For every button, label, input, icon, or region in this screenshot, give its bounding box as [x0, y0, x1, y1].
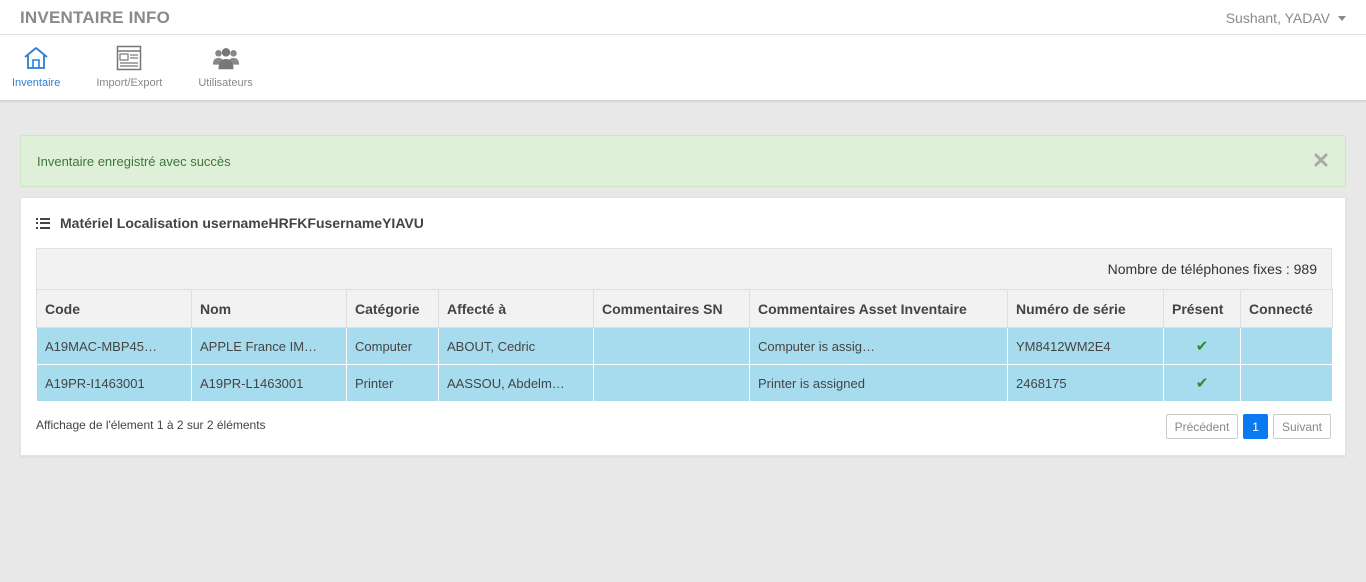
success-alert: Inventaire enregistré avec succès: [20, 135, 1346, 187]
nav-item-label: Import/Export: [96, 77, 163, 89]
top-bar: INVENTAIRE INFO Sushant, YADAV: [0, 0, 1366, 35]
pagination-info: Affichage de l'élement 1 à 2 sur 2 éléme…: [36, 418, 266, 432]
cell-nom: A19PR-L1463001: [191, 364, 347, 402]
nav-item-import-export[interactable]: Import/Export: [96, 35, 162, 100]
nav-item-inventaire[interactable]: Inventaire: [12, 35, 60, 100]
import-export-icon: [114, 44, 144, 72]
cell-code: A19PR-I1463001: [36, 364, 192, 402]
pagination: Précédent 1 Suivant: [1165, 414, 1331, 439]
cell-connecte: [1240, 327, 1333, 365]
users-icon: [211, 44, 241, 72]
cell-present: ✔: [1163, 327, 1241, 365]
cell-categorie: Computer: [346, 327, 439, 365]
phone-count: Nombre de téléphones fixes : 989: [1107, 261, 1317, 277]
cell-categorie: Printer: [346, 364, 439, 402]
next-button[interactable]: Suivant: [1272, 414, 1331, 439]
cell-present: ✔: [1163, 364, 1241, 402]
table-header-row: Code Nom Catégorie Affecté à Commentaire…: [36, 289, 1333, 328]
check-icon: ✔: [1195, 375, 1209, 392]
panel-heading: Matériel Localisation usernameHRFKFusern…: [36, 215, 424, 231]
cell-code: A19MAC-MBP45…: [36, 327, 192, 365]
caret-down-icon: [1338, 15, 1346, 21]
list-icon: [36, 217, 50, 229]
user-menu[interactable]: Sushant, YADAV: [1226, 10, 1346, 26]
cell-commentaires-sn: [593, 364, 750, 402]
check-icon: ✔: [1195, 338, 1209, 355]
cell-commentaires-sn: [593, 327, 750, 365]
table-row[interactable]: A19MAC-MBP45… APPLE France IM… Computer …: [36, 327, 1333, 365]
cell-numero-serie: YM8412WM2E4: [1007, 327, 1164, 365]
column-header-commentaires-sn[interactable]: Commentaires SN: [593, 289, 750, 328]
column-header-numero-serie[interactable]: Numéro de série: [1007, 289, 1164, 328]
cell-affecte: AASSOU, Abdelm…: [438, 364, 594, 402]
column-header-connecte[interactable]: Connecté: [1240, 289, 1333, 328]
cell-nom: APPLE France IM…: [191, 327, 347, 365]
cell-commentaires-asset: Printer is assigned: [749, 364, 1008, 402]
column-header-present[interactable]: Présent: [1163, 289, 1241, 328]
column-header-code[interactable]: Code: [36, 289, 192, 328]
column-header-affecte[interactable]: Affecté à: [438, 289, 594, 328]
main-nav: Inventaire Import/Export Utilisateurs: [0, 35, 1366, 101]
nav-item-label: Inventaire: [12, 77, 61, 89]
close-icon[interactable]: [1313, 152, 1329, 168]
column-header-categorie[interactable]: Catégorie: [346, 289, 439, 328]
count-bar: Nombre de téléphones fixes : 989: [36, 248, 1332, 290]
cell-affecte: ABOUT, Cedric: [438, 327, 594, 365]
table-row[interactable]: A19PR-I1463001 A19PR-L1463001 Printer AA…: [36, 364, 1333, 402]
user-name: Sushant, YADAV: [1225, 10, 1330, 26]
cell-numero-serie: 2468175: [1007, 364, 1164, 402]
alert-message: Inventaire enregistré avec succès: [37, 154, 231, 169]
column-header-commentaires-asset[interactable]: Commentaires Asset Inventaire: [749, 289, 1008, 328]
nav-item-utilisateurs[interactable]: Utilisateurs: [198, 35, 253, 100]
inventory-table: Code Nom Catégorie Affecté à Commentaire…: [36, 289, 1333, 402]
home-icon: [21, 44, 51, 72]
panel-title: Matériel Localisation usernameHRFKFusern…: [60, 215, 424, 231]
cell-commentaires-asset: Computer is assig…: [749, 327, 1008, 365]
app-title: INVENTAIRE INFO: [20, 8, 171, 27]
previous-button[interactable]: Précédent: [1165, 414, 1239, 439]
page-button-1[interactable]: 1: [1243, 414, 1268, 439]
column-header-nom[interactable]: Nom: [191, 289, 347, 328]
nav-item-label: Utilisateurs: [198, 77, 253, 89]
inventory-panel: Matériel Localisation usernameHRFKFusern…: [20, 197, 1346, 456]
cell-connecte: [1240, 364, 1333, 402]
